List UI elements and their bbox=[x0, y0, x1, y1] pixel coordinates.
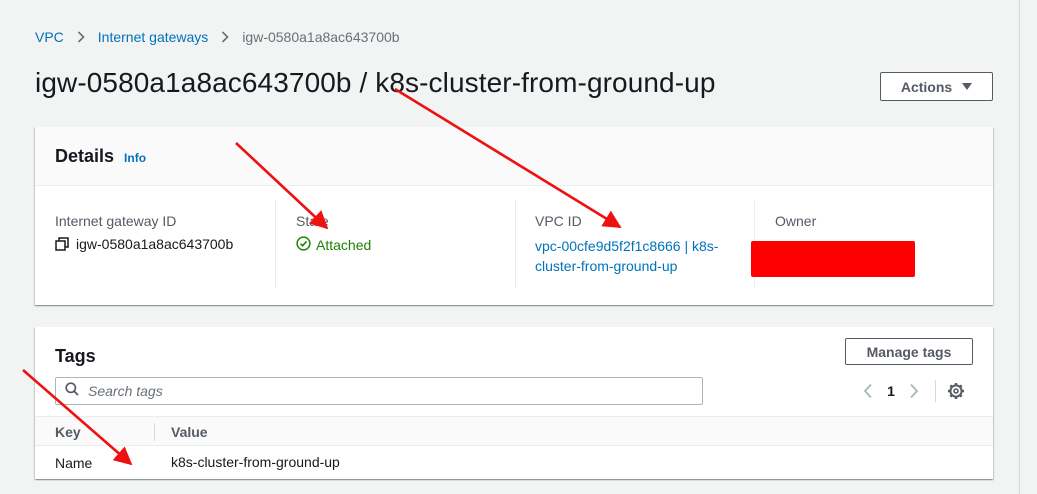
chevron-left-icon[interactable] bbox=[857, 380, 879, 402]
gateway-id-column: Internet gateway ID igw-0580a1a8ac643700… bbox=[55, 200, 233, 288]
chevron-right-icon bbox=[221, 31, 229, 43]
page-number[interactable]: 1 bbox=[879, 383, 903, 399]
page-title: igw-0580a1a8ac643700b / k8s-cluster-from… bbox=[35, 67, 716, 98]
tags-title: Tags bbox=[55, 346, 96, 366]
gateway-id-value: igw-0580a1a8ac643700b bbox=[76, 236, 234, 252]
search-icon bbox=[65, 381, 79, 401]
gateway-id-value-row: igw-0580a1a8ac643700b bbox=[55, 236, 233, 252]
vpc-id-link[interactable]: vpc-00cfe9d5f2f1c8666 | k8s-cluster-from… bbox=[535, 236, 735, 276]
vpc-id-column: VPC ID vpc-00cfe9d5f2f1c8666 | k8s-clust… bbox=[535, 200, 735, 288]
state-label: State bbox=[296, 213, 329, 229]
owner-redaction bbox=[751, 241, 915, 277]
gateway-id-label: Internet gateway ID bbox=[55, 213, 177, 229]
right-edge-divider bbox=[1019, 0, 1020, 494]
column-header-key[interactable]: Key bbox=[55, 424, 81, 440]
caret-down-icon bbox=[962, 83, 973, 90]
chevron-right-icon[interactable] bbox=[903, 380, 925, 402]
tag-value-cell: k8s-cluster-from-ground-up bbox=[171, 454, 340, 470]
details-panel: Details Info Internet gateway ID igw-058… bbox=[35, 127, 993, 305]
breadcrumb-internet-gateways[interactable]: Internet gateways bbox=[98, 29, 209, 45]
state-column: State Attached bbox=[296, 200, 371, 288]
tag-key-cell: Name bbox=[55, 455, 93, 471]
column-divider bbox=[154, 423, 155, 441]
owner-label: Owner bbox=[775, 213, 817, 229]
tags-panel: Tags Manage tags 1 bbox=[35, 327, 993, 479]
pagination: 1 bbox=[857, 380, 966, 402]
search-tags-box[interactable] bbox=[55, 377, 703, 405]
info-link[interactable]: Info bbox=[124, 151, 146, 165]
column-header-value[interactable]: Value bbox=[171, 424, 208, 440]
details-header: Details Info bbox=[35, 127, 993, 186]
tags-table: Key Value Name k8s-cluster-from-ground-u… bbox=[35, 416, 993, 478]
breadcrumb: VPC Internet gateways igw-0580a1a8ac6437… bbox=[35, 28, 400, 46]
actions-label: Actions bbox=[900, 78, 953, 95]
owner-column: Owner bbox=[751, 200, 915, 288]
pager-divider bbox=[935, 380, 936, 402]
breadcrumb-current: igw-0580a1a8ac643700b bbox=[242, 29, 400, 45]
copy-icon[interactable] bbox=[55, 237, 69, 251]
table-row: Name k8s-cluster-from-ground-up bbox=[35, 446, 993, 478]
check-circle-icon bbox=[296, 236, 311, 254]
column-divider bbox=[515, 200, 516, 288]
search-tags-input[interactable] bbox=[88, 383, 688, 399]
details-title: Details bbox=[55, 145, 115, 166]
column-divider bbox=[275, 200, 276, 288]
table-header: Key Value bbox=[35, 416, 993, 446]
vpc-id-label: VPC ID bbox=[535, 213, 582, 229]
breadcrumb-vpc[interactable]: VPC bbox=[35, 29, 64, 45]
details-columns: Internet gateway ID igw-0580a1a8ac643700… bbox=[35, 186, 993, 304]
gear-icon[interactable] bbox=[946, 381, 966, 401]
state-value-row: Attached bbox=[296, 236, 371, 254]
vpc-id-value-row: vpc-00cfe9d5f2f1c8666 | k8s-cluster-from… bbox=[535, 236, 735, 276]
actions-button[interactable]: Actions bbox=[880, 72, 993, 101]
chevron-right-icon bbox=[77, 31, 85, 43]
manage-tags-button[interactable]: Manage tags bbox=[845, 338, 973, 365]
state-value: Attached bbox=[316, 237, 372, 253]
